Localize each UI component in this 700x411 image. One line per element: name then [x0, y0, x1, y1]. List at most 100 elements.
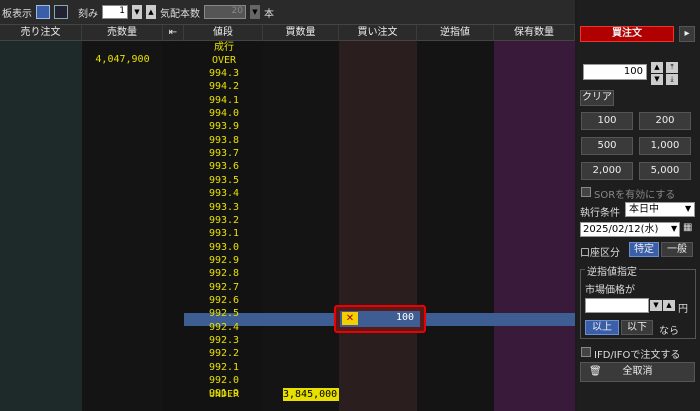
- buy-orders-column[interactable]: [339, 41, 417, 411]
- price-cell[interactable]: 992.2: [184, 347, 264, 360]
- header-sell-qty[interactable]: 売数量: [82, 25, 163, 41]
- header-price[interactable]: 値段: [184, 25, 263, 41]
- column-align-icon[interactable]: ⇤: [163, 25, 184, 41]
- split-board-view-icon[interactable]: [54, 5, 68, 19]
- price-cell[interactable]: 993.1: [184, 227, 264, 240]
- header-stop[interactable]: 逆指値: [417, 25, 494, 41]
- qty-5000-button[interactable]: 5,000: [639, 162, 691, 180]
- price-cell[interactable]: 993.6: [184, 160, 264, 173]
- below-button[interactable]: 以下: [621, 320, 653, 335]
- qty-min-icon[interactable]: ⤓: [666, 74, 678, 85]
- cancel-all-label: 全取消: [622, 366, 653, 377]
- yen-label: 円: [678, 304, 688, 315]
- cancel-all-button[interactable]: 🗑 全取消: [580, 362, 695, 382]
- price-cell[interactable]: 993.0: [184, 241, 264, 254]
- price-cell[interactable]: 994.2: [184, 80, 264, 93]
- price-cell[interactable]: 994.3: [184, 67, 264, 80]
- quote-count-dropdown-icon: ▼: [250, 5, 260, 19]
- over-label: OVER: [211, 55, 237, 66]
- buy-order-qty: 100: [395, 312, 414, 323]
- qty-1000-button[interactable]: 1,000: [639, 137, 691, 155]
- date-dropdown-icon[interactable]: ▼: [671, 224, 677, 233]
- buy-order-qty-field[interactable]: ✕ 100: [340, 311, 420, 327]
- board-toolbar: 板表示 刻み 1 ▼ ▲ 気配本数 20 ▼ 本: [0, 0, 575, 25]
- stop-order-title: 逆指値指定: [585, 263, 639, 278]
- tick-up-icon[interactable]: ▲: [146, 5, 156, 19]
- qty-max-icon[interactable]: ⤒: [666, 62, 678, 73]
- ifd-label: IFD/IFOで注文する: [594, 350, 681, 361]
- price-cell[interactable]: 993.8: [184, 134, 264, 147]
- price-cell[interactable]: 994.0: [184, 107, 264, 120]
- price-cell[interactable]: 992.6: [184, 294, 264, 307]
- header-holding-qty[interactable]: 保有数量: [494, 25, 575, 41]
- qty-100-button[interactable]: 100: [581, 112, 633, 130]
- exec-cond-label: 執行条件: [580, 208, 620, 219]
- quote-count-unit: 本: [264, 8, 274, 20]
- header-buy-qty[interactable]: 買数量: [263, 25, 339, 41]
- price-cell[interactable]: 993.3: [184, 201, 264, 214]
- price-cell[interactable]: 993.9: [184, 120, 264, 133]
- price-cell[interactable]: 992.1: [184, 361, 264, 374]
- account-tokutei-button[interactable]: 特定: [629, 242, 659, 257]
- stop-column[interactable]: [417, 41, 494, 411]
- market-price-label: 市場価格が: [585, 285, 635, 296]
- holding-qty-column: [494, 41, 575, 411]
- qty-200-button[interactable]: 200: [639, 112, 691, 130]
- qty-2000-button[interactable]: 2,000: [581, 162, 633, 180]
- stop-price-down-icon[interactable]: ▼: [650, 300, 662, 311]
- market-order-label[interactable]: 成行: [184, 41, 264, 54]
- board-display-label: 板表示: [2, 8, 32, 20]
- buy-order-button[interactable]: 買注文: [580, 26, 674, 42]
- qty-clear-button[interactable]: クリア: [580, 90, 614, 106]
- qty-up-icon[interactable]: ▲: [651, 62, 663, 73]
- buy-qty-column: [263, 41, 339, 411]
- quote-count-label: 気配本数: [160, 8, 200, 20]
- qty-500-button[interactable]: 500: [581, 137, 633, 155]
- tick-input[interactable]: 1: [102, 5, 128, 19]
- header-sell-orders[interactable]: 売り注文: [0, 25, 82, 41]
- price-cell[interactable]: 992.3: [184, 334, 264, 347]
- stop-price-up-icon[interactable]: ▲: [663, 300, 675, 311]
- grid-header: 売り注文 売数量 ⇤ 値段 買数量 買い注文 逆指値 保有数量: [0, 25, 575, 41]
- price-cell[interactable]: 994.1: [184, 94, 264, 107]
- qty-input[interactable]: 100: [583, 64, 647, 80]
- panel-expand-icon[interactable]: ▸: [679, 26, 695, 42]
- under-buy-qty: 3,845,000: [283, 388, 339, 401]
- header-buy-orders[interactable]: 買い注文: [339, 25, 417, 41]
- price-cell[interactable]: 992.8: [184, 267, 264, 280]
- single-board-view-icon[interactable]: [36, 5, 50, 19]
- account-ippan-button[interactable]: 一般: [661, 242, 693, 257]
- trash-icon: 🗑: [589, 366, 602, 377]
- exec-cond-dropdown-icon[interactable]: ▼: [685, 204, 691, 213]
- price-cell[interactable]: 993.4: [184, 187, 264, 200]
- price-cell[interactable]: 993.5: [184, 174, 264, 187]
- sor-checkbox[interactable]: [581, 187, 591, 197]
- sor-label: SORを有効にする: [594, 190, 676, 201]
- above-button[interactable]: 以上: [585, 320, 619, 335]
- then-label: なら: [659, 326, 679, 337]
- qty-down-icon[interactable]: ▼: [651, 74, 663, 85]
- order-panel: 買注文 ▸ 100 ▲ ▼ ⤒ ⤓ クリア 100 200 500 1,000 …: [577, 0, 700, 411]
- sell-qty-column: [82, 41, 163, 411]
- date-select[interactable]: 2025/02/12(水): [580, 222, 680, 237]
- cancel-order-icon[interactable]: ✕: [342, 312, 358, 325]
- price-cell[interactable]: 992.0: [184, 374, 264, 387]
- under-label: UNDER: [208, 389, 240, 400]
- price-cell[interactable]: 992.4: [184, 321, 264, 334]
- price-cell[interactable]: 992.7: [184, 281, 264, 294]
- ifd-checkbox[interactable]: [581, 347, 591, 357]
- price-cell[interactable]: 992.9: [184, 254, 264, 267]
- tick-label: 刻み: [78, 8, 98, 20]
- stop-price-input[interactable]: [585, 298, 649, 313]
- account-label: 口座区分: [580, 248, 620, 259]
- price-cell[interactable]: 993.7: [184, 147, 264, 160]
- price-cell[interactable]: 993.2: [184, 214, 264, 227]
- tick-down-icon[interactable]: ▼: [132, 5, 142, 19]
- quote-count-input: 20: [204, 5, 246, 19]
- over-sell-qty: 4,047,900: [95, 54, 150, 65]
- order-board-grid: 売り注文 売数量 ⇤ 値段 買数量 買い注文 逆指値 保有数量 成行 OVER …: [0, 25, 575, 411]
- buy-order-cell[interactable]: ✕ 100: [334, 305, 426, 333]
- sell-orders-column[interactable]: [0, 41, 82, 411]
- calendar-icon[interactable]: ▦: [683, 222, 692, 233]
- price-cell[interactable]: 992.5: [184, 307, 264, 320]
